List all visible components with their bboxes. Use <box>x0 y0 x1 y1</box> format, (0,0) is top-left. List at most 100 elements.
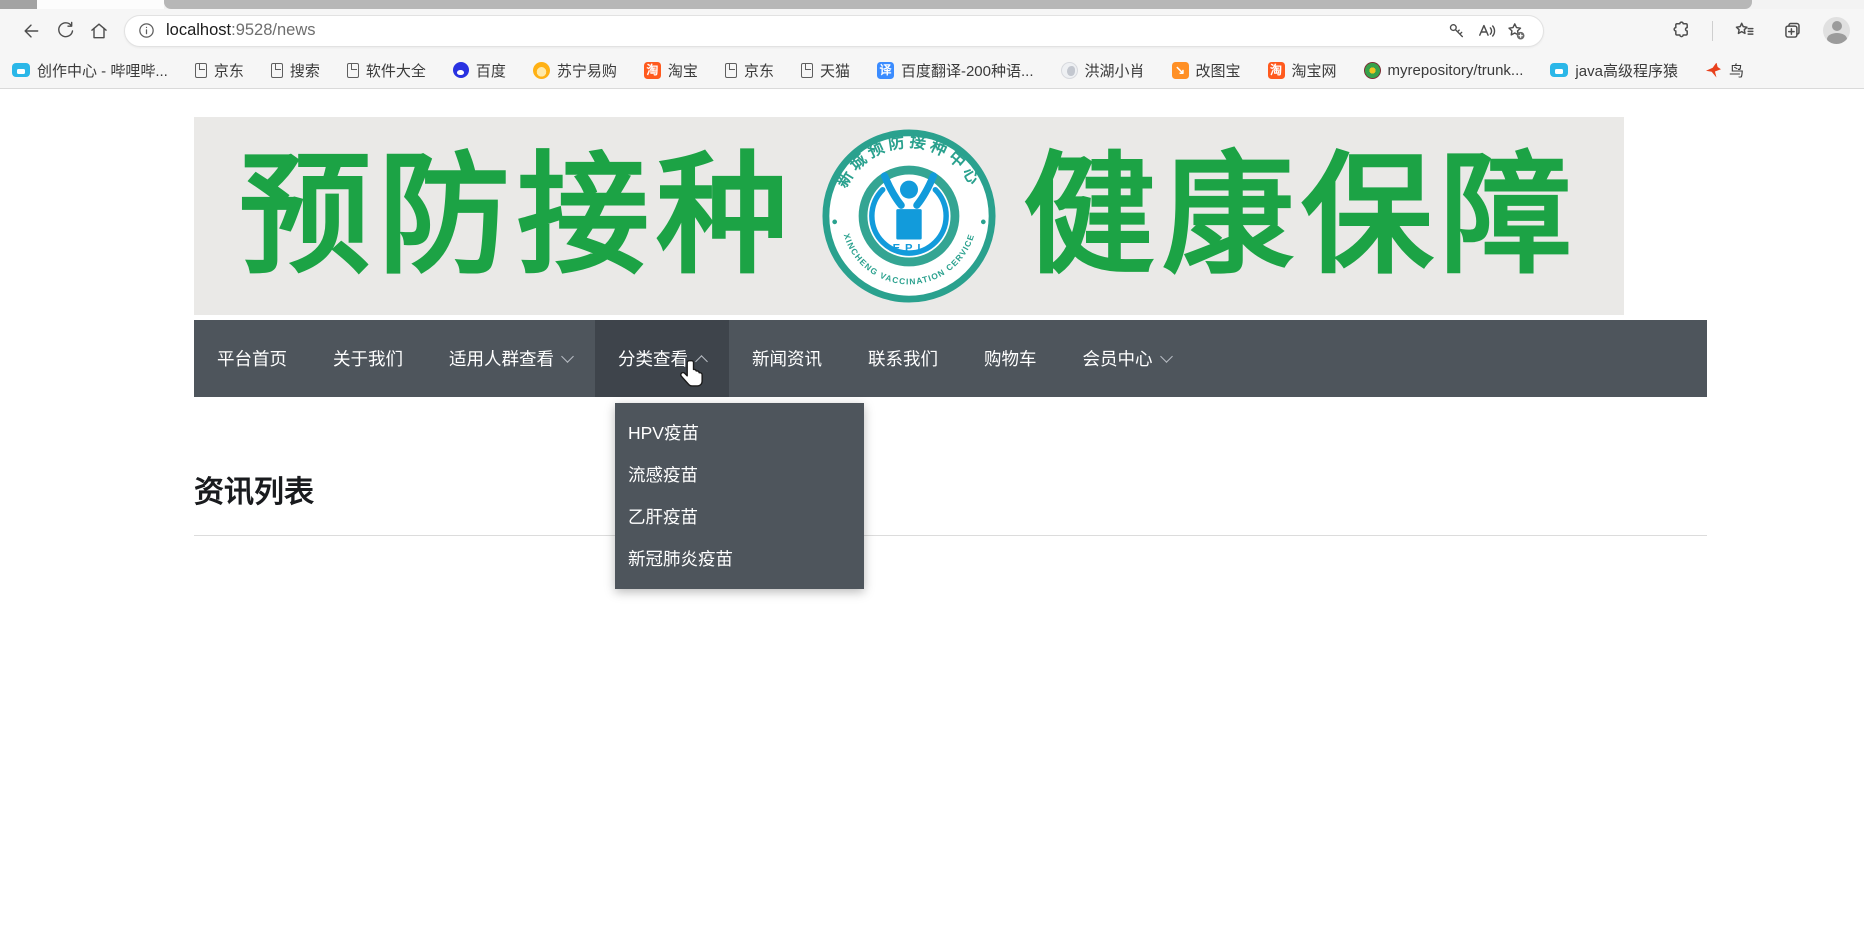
bookmark-label: java高级程序猿 <box>1575 62 1678 80</box>
add-favorite-button[interactable] <box>1501 14 1531 48</box>
bookmark-item[interactable]: 洪湖小肖 <box>1060 60 1145 81</box>
toolbar-right-cluster <box>1664 14 1850 48</box>
tab-strip <box>0 0 1864 9</box>
dropdown-item-label: 流感疫苗 <box>628 465 698 485</box>
bookmark-item[interactable]: 天猫 <box>800 60 850 81</box>
bookmark-item[interactable]: 鸟 <box>1705 60 1744 81</box>
bookmark-item[interactable]: 译 百度翻译-200种语... <box>876 60 1034 81</box>
bookmark-label: myrepository/trunk... <box>1387 61 1524 79</box>
page-icon <box>724 62 737 78</box>
bookmark-item[interactable]: java高级程序猿 <box>1550 60 1678 81</box>
dropdown-item[interactable]: HPV疫苗 <box>615 412 864 454</box>
browser-window: localhost:9528/news 创作中心 - 哔哩哔... 京东 搜索 … <box>0 0 1864 936</box>
page-title: 资讯列表 <box>194 476 314 509</box>
banner-left-text: 预防接种 <box>239 142 795 289</box>
bookmark-label: 搜索 <box>289 62 320 80</box>
refresh-button[interactable] <box>48 14 82 48</box>
bookmark-label: 洪湖小肖 <box>1084 62 1145 80</box>
swan-icon <box>1060 61 1078 79</box>
gaitubao-icon: ↘ <box>1171 61 1189 79</box>
page-icon <box>270 62 283 78</box>
site-info-icon[interactable] <box>137 21 156 40</box>
url-path: :9528/news <box>231 21 316 39</box>
nav-item-label: 适用人群查看 <box>449 349 554 369</box>
bookmark-item[interactable]: 软件大全 <box>346 60 426 81</box>
bookmark-label: 百度 <box>475 62 506 80</box>
bookmark-label: 改图宝 <box>1195 62 1241 80</box>
bookmark-label: 淘宝 <box>667 62 698 80</box>
nav-item-label: 平台首页 <box>217 349 287 369</box>
dropdown-item-label: 乙肝疫苗 <box>628 507 698 527</box>
bookmark-item[interactable]: 百度 <box>452 60 506 81</box>
logo-center-label: EPI <box>893 243 926 255</box>
nav-item[interactable]: 新闻资讯 <box>729 320 845 397</box>
favorites-button[interactable] <box>1727 14 1761 48</box>
chevron-icon <box>561 350 574 363</box>
back-button[interactable] <box>14 14 48 48</box>
back-icon <box>24 23 39 38</box>
bookmarks-bar: 创作中心 - 哔哩哔... 京东 搜索 软件大全 百度 苏宁易购 淘 淘宝 京东… <box>0 52 1864 89</box>
bilibili-icon <box>1550 63 1569 77</box>
url-host: localhost <box>166 21 232 39</box>
bookmark-label: 苏宁易购 <box>556 62 617 80</box>
bookmark-item[interactable]: ↘ 改图宝 <box>1171 60 1241 81</box>
toolbar-divider <box>1712 20 1713 41</box>
bookmark-item[interactable]: 搜索 <box>270 60 320 81</box>
url-text[interactable]: localhost:9528/news <box>166 21 316 40</box>
nav-item[interactable]: 平台首页 <box>194 320 310 397</box>
page-icon <box>346 62 359 78</box>
vaccination-center-logo: 新城预防接种中心 XINCHENG VACCINATION CERVICE EP… <box>822 129 996 303</box>
nav-item-label: 新闻资讯 <box>752 349 822 369</box>
bookmark-item[interactable]: 苏宁易购 <box>532 60 617 81</box>
site-banner: 预防接种 新城预防接种中心 XINCHENG VACCINATION CERVI… <box>194 117 1624 315</box>
bookmark-label: 软件大全 <box>365 62 426 80</box>
nav-item-label: 关于我们 <box>333 349 403 369</box>
tab-strip-background <box>164 0 1752 9</box>
bookmark-item[interactable]: 淘 淘宝网 <box>1267 60 1337 81</box>
taobao-icon: 淘 <box>643 61 661 79</box>
bookmark-item[interactable]: myrepository/trunk... <box>1363 61 1524 79</box>
nav-item-label: 购物车 <box>984 349 1037 369</box>
bookmark-label: 鸟 <box>1728 62 1744 80</box>
chevron-icon <box>695 355 708 368</box>
active-tab[interactable] <box>37 0 164 9</box>
password-button[interactable] <box>1441 14 1471 48</box>
nav-item-label: 联系我们 <box>868 349 938 369</box>
address-bar[interactable]: localhost:9528/news <box>124 14 1544 48</box>
nav-item[interactable]: 联系我们 <box>845 320 961 397</box>
dropdown-item-label: HPV疫苗 <box>628 423 699 443</box>
bookmark-item[interactable]: 淘 淘宝 <box>643 60 698 81</box>
add-favorite-icon <box>1508 22 1525 39</box>
collections-button[interactable] <box>1775 14 1809 48</box>
category-dropdown-menu: HPV疫苗 流感疫苗 乙肝疫苗 新冠肺炎疫苗 <box>615 403 864 589</box>
dropdown-item[interactable]: 流感疫苗 <box>615 454 864 496</box>
bookmark-label: 京东 <box>743 62 774 80</box>
profile-avatar[interactable] <box>1823 17 1850 44</box>
browser-toolbar: localhost:9528/news <box>0 9 1864 52</box>
nav-item[interactable]: 会员中心 <box>1060 320 1194 397</box>
bookmark-label: 创作中心 - 哔哩哔... <box>37 62 168 80</box>
chevron-icon <box>1159 350 1173 363</box>
extensions-button[interactable] <box>1664 14 1698 48</box>
home-button[interactable] <box>82 14 116 48</box>
dropdown-item[interactable]: 新冠肺炎疫苗 <box>615 538 864 580</box>
page-icon <box>800 62 813 78</box>
dropdown-item[interactable]: 乙肝疫苗 <box>615 496 864 538</box>
nav-item[interactable]: 购物车 <box>961 320 1060 397</box>
key-icon <box>1449 24 1463 38</box>
bookmark-item[interactable]: 京东 <box>194 60 244 81</box>
bookmark-item[interactable]: 创作中心 - 哔哩哔... <box>12 60 168 81</box>
repo-icon <box>1363 61 1381 79</box>
nav-item[interactable]: 适用人群查看 <box>426 320 595 397</box>
home-icon <box>91 22 107 38</box>
bird-icon <box>1705 62 1722 79</box>
read-aloud-button[interactable] <box>1471 14 1501 48</box>
bookmark-item[interactable]: 京东 <box>724 60 774 81</box>
banner-right-text: 健康保障 <box>1023 142 1579 289</box>
window-corner <box>0 0 37 9</box>
nav-item[interactable]: 分类查看 <box>595 320 729 397</box>
bookmark-label: 京东 <box>213 62 244 80</box>
nav-item[interactable]: 关于我们 <box>310 320 426 397</box>
baidu-paw-icon <box>452 62 469 78</box>
extensions-icon <box>1672 21 1688 38</box>
